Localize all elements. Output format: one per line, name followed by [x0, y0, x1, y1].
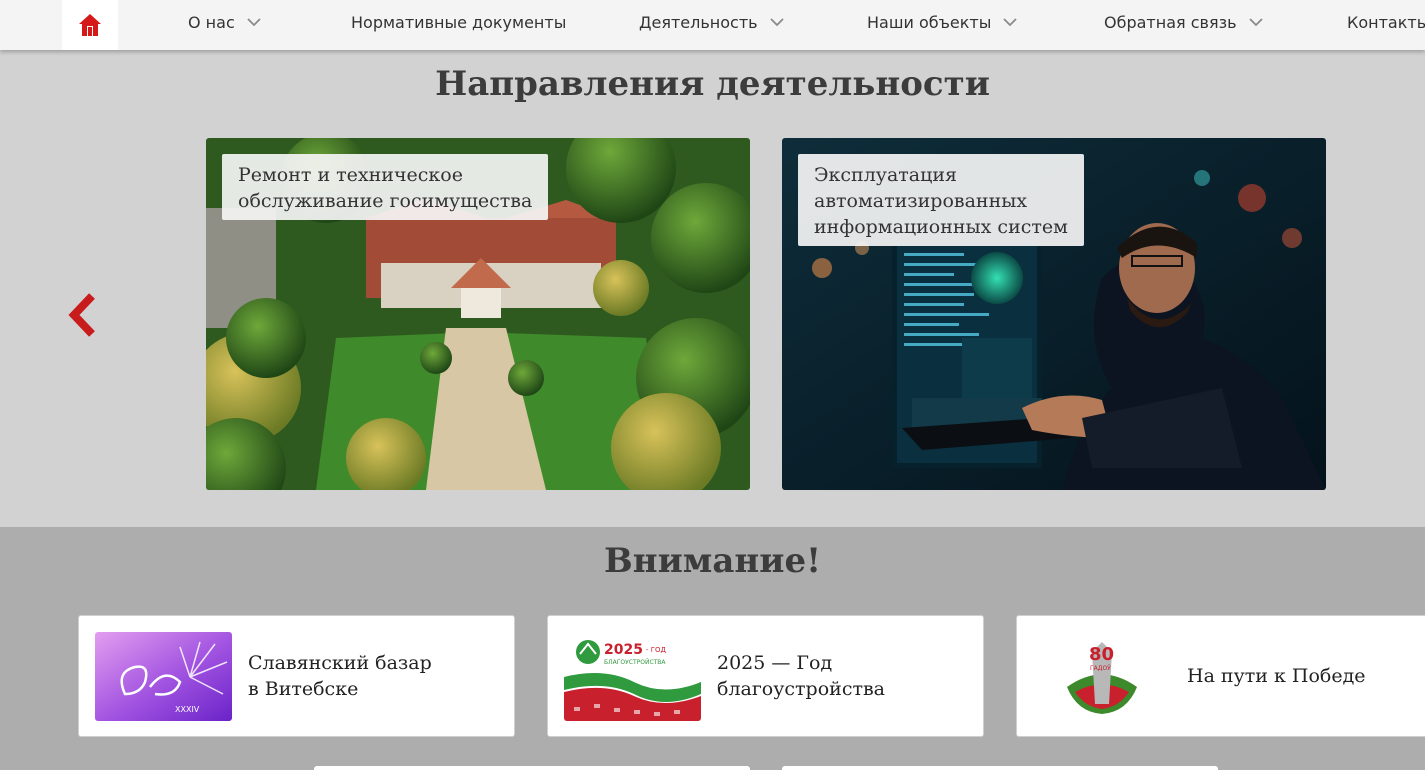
section-title-activity: Направления деятельности [435, 64, 990, 104]
card-label-line: Эксплуатация [814, 164, 958, 186]
nav-item-label: Контакты [1347, 12, 1425, 32]
card-label: Ремонт и техническое обслуживание госиму… [222, 154, 549, 220]
nav-item-activity[interactable]: Деятельность [639, 0, 784, 44]
chevron-down-icon [247, 17, 261, 27]
nav-item-normative-documents[interactable]: Нормативные документы [351, 0, 566, 44]
next-row-card [782, 766, 1218, 770]
nav-item-about[interactable]: О нас [188, 0, 261, 44]
home-button[interactable] [62, 0, 118, 50]
home-icon [79, 14, 101, 36]
chevron-down-icon [769, 17, 784, 27]
card-label: Эксплуатация автоматизированных информац… [798, 154, 1084, 246]
activity-card-automated-systems[interactable]: Эксплуатация автоматизированных информац… [782, 138, 1326, 490]
nav-item-label: Наши объекты [867, 12, 992, 32]
nav-item-feedback[interactable]: Обратная связь [1104, 0, 1263, 44]
banner-road-to-victory[interactable]: 80 ГАДОЎ На пути к Победе [1016, 615, 1425, 737]
next-row-card [314, 766, 750, 770]
nav-item-label: О нас [188, 12, 235, 32]
logo-word: ГАДОЎ [1090, 665, 1111, 672]
banner-text-line: На пути к Победе [1187, 665, 1366, 687]
logo-suffix: - ГОД [646, 646, 667, 654]
banner-text-line: благоустройства [717, 678, 886, 700]
activity-card-repair[interactable]: Ремонт и техническое обслуживание госиму… [206, 138, 750, 490]
banner-text-line: в Витебске [248, 678, 359, 700]
nav-item-label: Обратная связь [1104, 12, 1237, 32]
banner-text-line: 2025 — Год [717, 652, 833, 674]
card-label-line: информационных систем [814, 216, 1068, 238]
top-navigation: О нас Нормативные документы Деятельность… [0, 0, 1425, 50]
logo-word: БЛАГОУСТРОЙСТВА [604, 659, 666, 666]
card-label-line: Ремонт и техническое [238, 164, 463, 186]
nav-item-label: Деятельность [639, 12, 758, 32]
banner-year-of-improvement[interactable]: 2025 - ГОД БЛАГОУСТРОЙСТВА 2025 — Год бл… [547, 615, 984, 737]
logo-year: 2025 [604, 642, 643, 658]
card-label-line: автоматизированных [814, 190, 1028, 212]
logo-caption: XXXIV [175, 705, 200, 714]
logo-number: 80 [1089, 644, 1114, 665]
nav-item-our-objects[interactable]: Наши объекты [867, 0, 1018, 44]
nav-item-contacts[interactable]: Контакты [1347, 0, 1425, 44]
nav-item-label: Нормативные документы [351, 12, 567, 32]
banner-text: На пути к Победе [1187, 616, 1366, 736]
chevron-down-icon [1248, 17, 1263, 27]
slavianski-bazaar-logo: XXXIV [95, 632, 232, 721]
banner-text-line: Славянский базар [248, 652, 432, 674]
carousel-prev-button[interactable] [66, 292, 102, 338]
banner-text: Славянский базар в Витебске [248, 616, 432, 736]
year-of-improvement-logo: 2025 - ГОД БЛАГОУСТРОЙСТВА [564, 632, 701, 721]
chevron-down-icon [1003, 17, 1018, 27]
chevron-left-icon [68, 293, 95, 337]
banner-text: 2025 — Год благоустройства [717, 616, 885, 736]
victory-80-logo: 80 ГАДОЎ [1057, 632, 1147, 721]
banner-slavianski-bazaar[interactable]: XXXIV Славянский базар в Витебске [78, 615, 515, 737]
section-title-attention: Внимание! [603, 541, 822, 581]
card-label-line: обслуживание госимущества [238, 190, 533, 212]
